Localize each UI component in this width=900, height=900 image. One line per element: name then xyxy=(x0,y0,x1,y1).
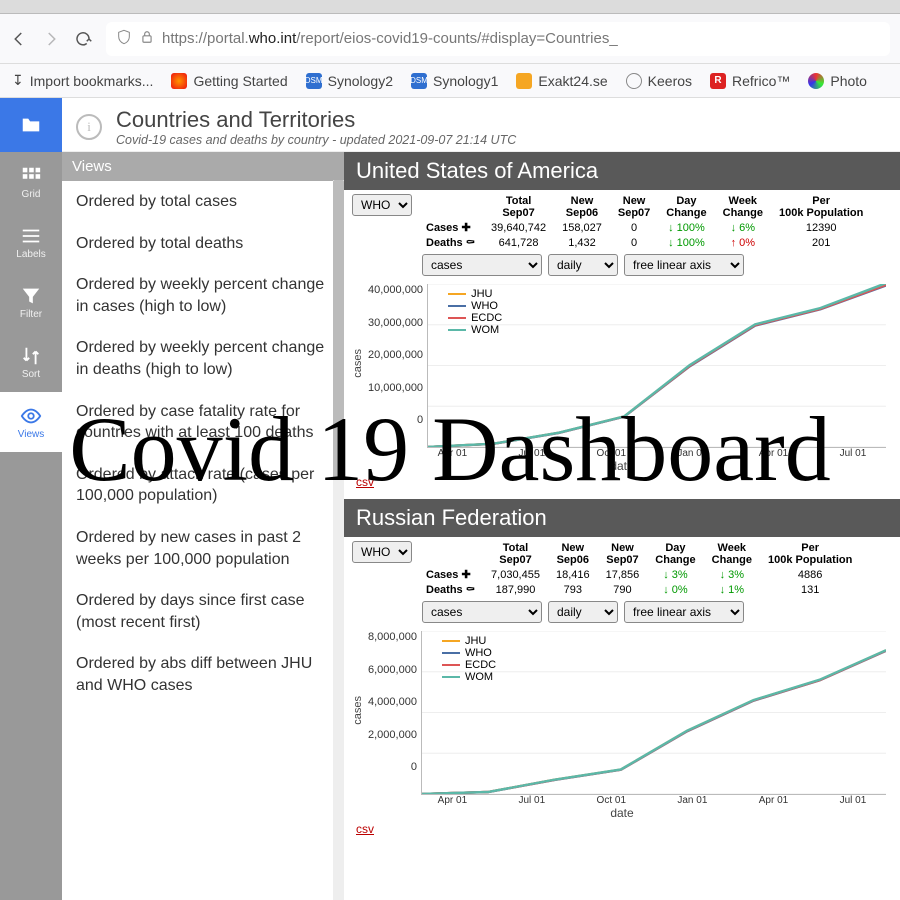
rail-labels[interactable]: Labels xyxy=(0,212,62,272)
url-text: https://portal.who.int/report/eios-covid… xyxy=(162,30,618,47)
lock-icon xyxy=(140,30,154,48)
view-item[interactable]: Ordered by abs diff between JHU and WHO … xyxy=(62,643,344,706)
axis-select[interactable]: free linear axis xyxy=(624,601,744,623)
globe-icon xyxy=(626,73,642,89)
axis-select[interactable]: free linear axis xyxy=(624,254,744,276)
bookmark-synology1[interactable]: DSMSynology1 xyxy=(411,73,498,89)
rail-folder[interactable] xyxy=(0,98,62,152)
chart: cases8,000,0006,000,0004,000,0002,000,00… xyxy=(352,625,892,795)
view-item[interactable]: Ordered by total cases xyxy=(62,181,344,223)
metric-select[interactable]: cases xyxy=(422,254,542,276)
views-header: Views xyxy=(62,152,344,181)
csv-link[interactable]: csv xyxy=(356,475,374,489)
import-icon: ↧ xyxy=(12,72,24,89)
country-header: Russian Federation xyxy=(344,499,900,537)
bookmark-refrico[interactable]: RRefrico™ xyxy=(710,73,790,89)
freq-select[interactable]: daily xyxy=(548,601,618,623)
forward-button[interactable] xyxy=(42,30,60,48)
view-item[interactable]: Ordered by case fatality rate for countr… xyxy=(62,391,344,454)
view-item[interactable]: Ordered by attack rate (cases per 100,00… xyxy=(62,454,344,517)
bookmark-keeros[interactable]: Keeros xyxy=(626,73,692,89)
browser-url-bar: https://portal.who.int/report/eios-covid… xyxy=(0,14,900,64)
shield-icon xyxy=(116,29,132,49)
rail-views[interactable]: Views xyxy=(0,392,62,452)
report-area: United States of America WHO TotalSep07New… xyxy=(344,152,900,900)
stats-table: TotalSep07NewSep06NewSep07DayChangeWeekC… xyxy=(418,541,860,597)
legend: JHUWHOECDCWOM xyxy=(448,288,502,336)
dsm-icon: DSM xyxy=(411,73,427,89)
page-subtitle: Covid-19 cases and deaths by country - u… xyxy=(116,133,516,147)
legend: JHUWHOECDCWOM xyxy=(442,635,496,683)
bookmarks-bar: ↧Import bookmarks... Getting Started DSM… xyxy=(0,64,900,98)
address-bar[interactable]: https://portal.who.int/report/eios-covid… xyxy=(106,22,890,56)
view-item[interactable]: Ordered by new cases in past 2 weeks per… xyxy=(62,517,344,580)
view-item[interactable]: Ordered by total deaths xyxy=(62,223,344,265)
rail-grid[interactable]: Grid xyxy=(0,152,62,212)
chart: cases40,000,00030,000,00020,000,00010,00… xyxy=(352,278,892,448)
bookmark-getting-started[interactable]: Getting Started xyxy=(171,73,287,89)
freq-select[interactable]: daily xyxy=(548,254,618,276)
rail-filter[interactable]: Filter xyxy=(0,272,62,332)
view-item[interactable]: Ordered by days since first case (most r… xyxy=(62,580,344,643)
browser-tab-bar xyxy=(0,0,900,14)
photo-icon xyxy=(808,73,824,89)
view-item[interactable]: Ordered by weekly percent change in deat… xyxy=(62,327,344,390)
csv-link[interactable]: csv xyxy=(356,822,374,836)
r-icon: R xyxy=(710,73,726,89)
view-item[interactable]: Ordered by weekly percent change in case… xyxy=(62,264,344,327)
page-header: i Countries and Territories Covid-19 cas… xyxy=(62,98,900,152)
country-header: United States of America xyxy=(344,152,900,190)
source-select[interactable]: WHO xyxy=(352,541,412,563)
back-button[interactable] xyxy=(10,30,28,48)
bookmark-photo[interactable]: Photo xyxy=(808,73,867,89)
firefox-icon xyxy=(171,73,187,89)
exakt-icon xyxy=(516,73,532,89)
bookmark-import[interactable]: ↧Import bookmarks... xyxy=(12,72,153,89)
source-select[interactable]: WHO xyxy=(352,194,412,216)
rail-sort[interactable]: Sort xyxy=(0,332,62,392)
metric-select[interactable]: cases xyxy=(422,601,542,623)
reload-button[interactable] xyxy=(74,30,92,48)
stats-table: TotalSep07NewSep06NewSep07DayChangeWeekC… xyxy=(418,194,871,250)
views-panel: Views Ordered by total casesOrdered by t… xyxy=(62,152,344,900)
info-icon[interactable]: i xyxy=(76,114,102,140)
bookmark-exakt24[interactable]: Exakt24.se xyxy=(516,73,607,89)
left-rail: Grid Labels Filter Sort Views xyxy=(0,98,62,900)
page-title: Countries and Territories xyxy=(116,107,516,133)
dsm-icon: DSM xyxy=(306,73,322,89)
bookmark-synology2[interactable]: DSMSynology2 xyxy=(306,73,393,89)
app-container: Grid Labels Filter Sort Views i Countrie… xyxy=(0,98,900,900)
scrollbar-thumb[interactable] xyxy=(333,180,344,480)
